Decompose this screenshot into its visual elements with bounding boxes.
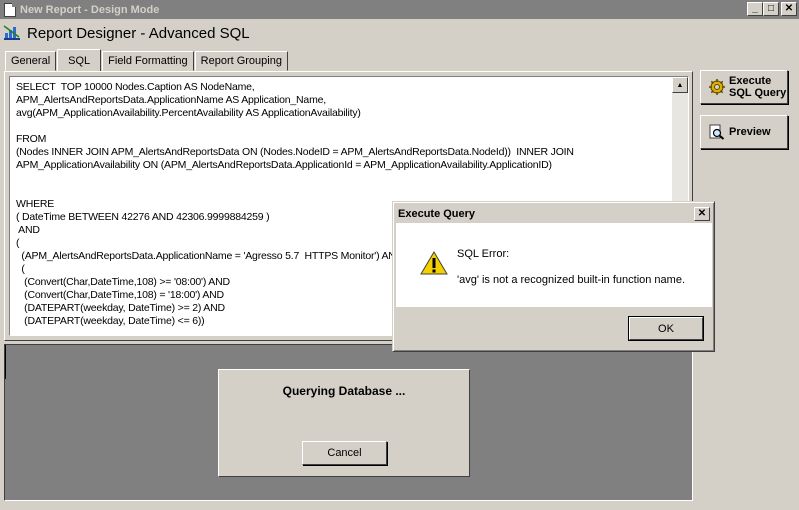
preview-label: Preview xyxy=(729,126,771,138)
designer-header: Report Designer - Advanced SQL xyxy=(0,19,799,47)
querying-message: Querying Database ... xyxy=(282,384,406,398)
execute-sql-query-label: Execute SQL Query xyxy=(729,75,787,99)
querying-database-panel: Querying Database ... Cancel xyxy=(218,369,470,477)
dialog-title: Execute Query xyxy=(398,208,476,220)
document-icon xyxy=(4,2,16,17)
dialog-message: 'avg' is not a recognized built-in funct… xyxy=(457,274,685,286)
dialog-titlebar[interactable]: Execute Query ✕ xyxy=(396,205,712,223)
results-caret xyxy=(5,345,6,379)
cancel-button[interactable]: Cancel xyxy=(302,441,387,465)
dialog-close-button[interactable]: ✕ xyxy=(694,207,710,221)
tab-sql[interactable]: SQL xyxy=(57,49,102,71)
maximize-button[interactable]: □ xyxy=(763,2,779,16)
window-title: New Report - Design Mode xyxy=(20,3,160,16)
window-controls: _ □ ✕ xyxy=(747,2,797,16)
dialog-body: SQL Error: 'avg' is not a recognized bui… xyxy=(396,223,712,307)
dialog-heading: SQL Error: xyxy=(457,248,510,260)
tab-report-grouping[interactable]: Report Grouping xyxy=(194,51,288,71)
minimize-button[interactable]: _ xyxy=(747,2,763,16)
tab-field-formatting[interactable]: Field Formatting xyxy=(102,51,194,71)
page-title: Report Designer - Advanced SQL xyxy=(27,24,250,42)
report-designer-icon xyxy=(3,24,21,42)
execute-query-dialog: Execute Query ✕ SQL Error: 'avg' is not … xyxy=(392,201,715,352)
ok-button[interactable]: OK xyxy=(628,316,704,341)
window-titlebar[interactable]: New Report - Design Mode _ □ ✕ xyxy=(0,0,799,19)
preview-button[interactable]: Preview xyxy=(700,115,788,149)
tab-strip: General SQL Field Formatting Report Grou… xyxy=(5,49,289,71)
close-button[interactable]: ✕ xyxy=(781,2,797,16)
scroll-up-button[interactable]: ▲ xyxy=(672,77,688,93)
gear-icon xyxy=(709,79,725,95)
magnifier-document-icon xyxy=(709,124,725,140)
execute-sql-query-button[interactable]: Execute SQL Query xyxy=(700,70,788,104)
triangle-up-icon: ▲ xyxy=(676,81,684,89)
tab-general[interactable]: General xyxy=(5,51,57,71)
warning-icon xyxy=(420,250,448,276)
